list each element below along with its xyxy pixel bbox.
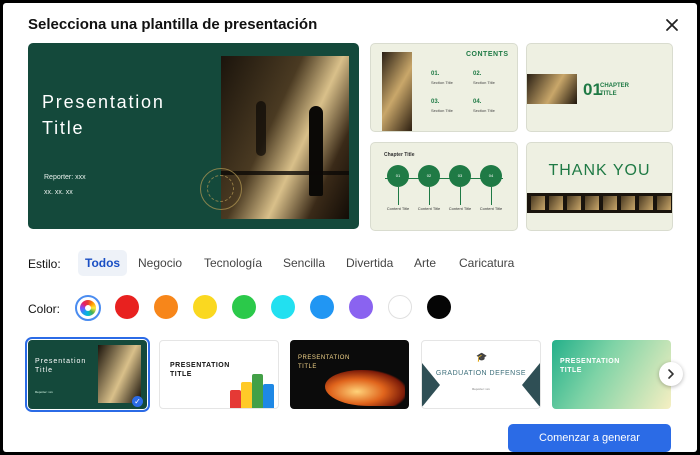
contents-num: 01. <box>431 71 440 77</box>
graduation-cap-icon: 🎓 <box>476 352 488 362</box>
color-swatch-yellow[interactable] <box>193 295 217 319</box>
style-chip-tecnologia[interactable]: Tecnología <box>197 250 269 276</box>
style-chip-todos[interactable]: Todos <box>78 250 128 276</box>
timeline-caption: Content Title <box>386 206 410 211</box>
preview-date: xx. xx. xx <box>44 189 73 196</box>
template-dialog: Selecciona una plantilla de presentación… <box>3 3 697 452</box>
timeline-stem <box>491 187 492 205</box>
preview-title: Presentation Title <box>42 92 165 138</box>
preview-reporter: Reporter: xxx <box>44 174 86 181</box>
color-swatch-cyan[interactable] <box>271 295 295 319</box>
contents-num: 02. <box>473 71 482 77</box>
template-title: Presentation Title <box>35 358 87 374</box>
template-bar <box>252 374 263 408</box>
thumbnail-contents[interactable]: CONTENTS 01. Section Title 02. Section T… <box>370 43 518 132</box>
color-swatch-purple[interactable] <box>349 295 373 319</box>
color-swatch-red[interactable] <box>115 295 139 319</box>
contents-heading: CONTENTS <box>466 51 509 58</box>
template-card[interactable]: PRESENTATION TITLE <box>290 340 409 409</box>
thumbnail-chapter[interactable]: 01 CHAPTER TITLE <box>526 43 673 132</box>
film-strip <box>527 193 672 213</box>
template-title: PRESENTATION TITLE <box>298 355 350 370</box>
color-wheel-hub <box>85 305 91 311</box>
color-swatch-multicolor[interactable] <box>75 295 101 321</box>
thumbnail-photo <box>527 74 577 104</box>
template-bar <box>241 382 252 408</box>
template-reporter: Reporter: xxx <box>35 390 53 394</box>
template-title: PRESENTATION TITLE <box>560 358 620 374</box>
timeline-node: 01 <box>387 165 409 187</box>
template-card[interactable]: Presentation Title Reporter: xxx ✓ <box>25 337 150 412</box>
postmark-stamp-icon <box>200 168 242 210</box>
chevron-right-icon <box>668 369 674 379</box>
timeline-caption: Content Title <box>448 206 472 211</box>
style-chip-divertida[interactable]: Divertida <box>339 250 400 276</box>
color-label: Color: <box>28 302 61 316</box>
timeline-stem <box>460 187 461 205</box>
template-flame-graphic <box>325 370 405 406</box>
timeline-heading: Chapter Title <box>384 152 415 158</box>
template-card[interactable]: 🎓 GRADUATION DEFENSE Reporter: xxx <box>421 340 541 409</box>
carousel-next-button[interactable] <box>659 362 683 386</box>
dialog-title: Selecciona una plantilla de presentación <box>28 16 318 33</box>
style-chip-negocio[interactable]: Negocio <box>131 250 189 276</box>
template-title: PRESENTATION TITLE <box>170 362 230 378</box>
thank-you-text: THANK YOU <box>548 162 651 179</box>
contents-item: Section Title <box>473 108 495 113</box>
style-chip-sencilla[interactable]: Sencilla <box>276 250 332 276</box>
timeline-node: 03 <box>449 165 471 187</box>
template-reporter: Reporter: xxx <box>472 387 490 391</box>
contents-item: Section Title <box>431 80 453 85</box>
color-swatch-orange[interactable] <box>154 295 178 319</box>
color-swatch-black[interactable] <box>427 295 451 319</box>
contents-num: 04. <box>473 99 482 105</box>
template-card[interactable]: PRESENTATION TITLE <box>159 340 279 409</box>
template-title: GRADUATION DEFENSE <box>435 370 527 377</box>
generate-button[interactable]: Comenzar a generar <box>508 424 671 452</box>
style-chip-arte[interactable]: Arte <box>407 250 443 276</box>
close-icon[interactable] <box>663 16 681 34</box>
template-photo <box>98 345 141 403</box>
timeline-node: 02 <box>418 165 440 187</box>
style-label: Estilo: <box>28 257 61 271</box>
timeline-caption: Content Title <box>479 206 503 211</box>
thumbnail-thank-you[interactable]: THANK YOU <box>526 142 673 231</box>
contents-num: 03. <box>431 99 440 105</box>
main-template-preview: Presentation Title Reporter: xxx xx. xx.… <box>28 43 359 229</box>
chapter-title: CHAPTER TITLE <box>600 83 630 97</box>
color-swatch-green[interactable] <box>232 295 256 319</box>
check-icon: ✓ <box>132 396 143 407</box>
timeline-stem <box>398 187 399 205</box>
template-card[interactable]: PRESENTATION TITLE <box>552 340 671 409</box>
thumbnail-timeline[interactable]: Chapter Title 01 Content Title 02 Conten… <box>370 142 518 231</box>
contents-item: Section Title <box>473 80 495 85</box>
contents-item: Section Title <box>431 108 453 113</box>
color-swatch-blue[interactable] <box>310 295 334 319</box>
style-chip-caricatura[interactable]: Caricatura <box>452 250 521 276</box>
timeline-stem <box>429 187 430 205</box>
template-bar <box>230 390 241 408</box>
thumbnail-photo <box>382 52 412 131</box>
color-swatch-white[interactable] <box>388 295 412 319</box>
timeline-node: 04 <box>480 165 502 187</box>
template-bar <box>263 384 274 408</box>
timeline-caption: Content Title <box>417 206 441 211</box>
